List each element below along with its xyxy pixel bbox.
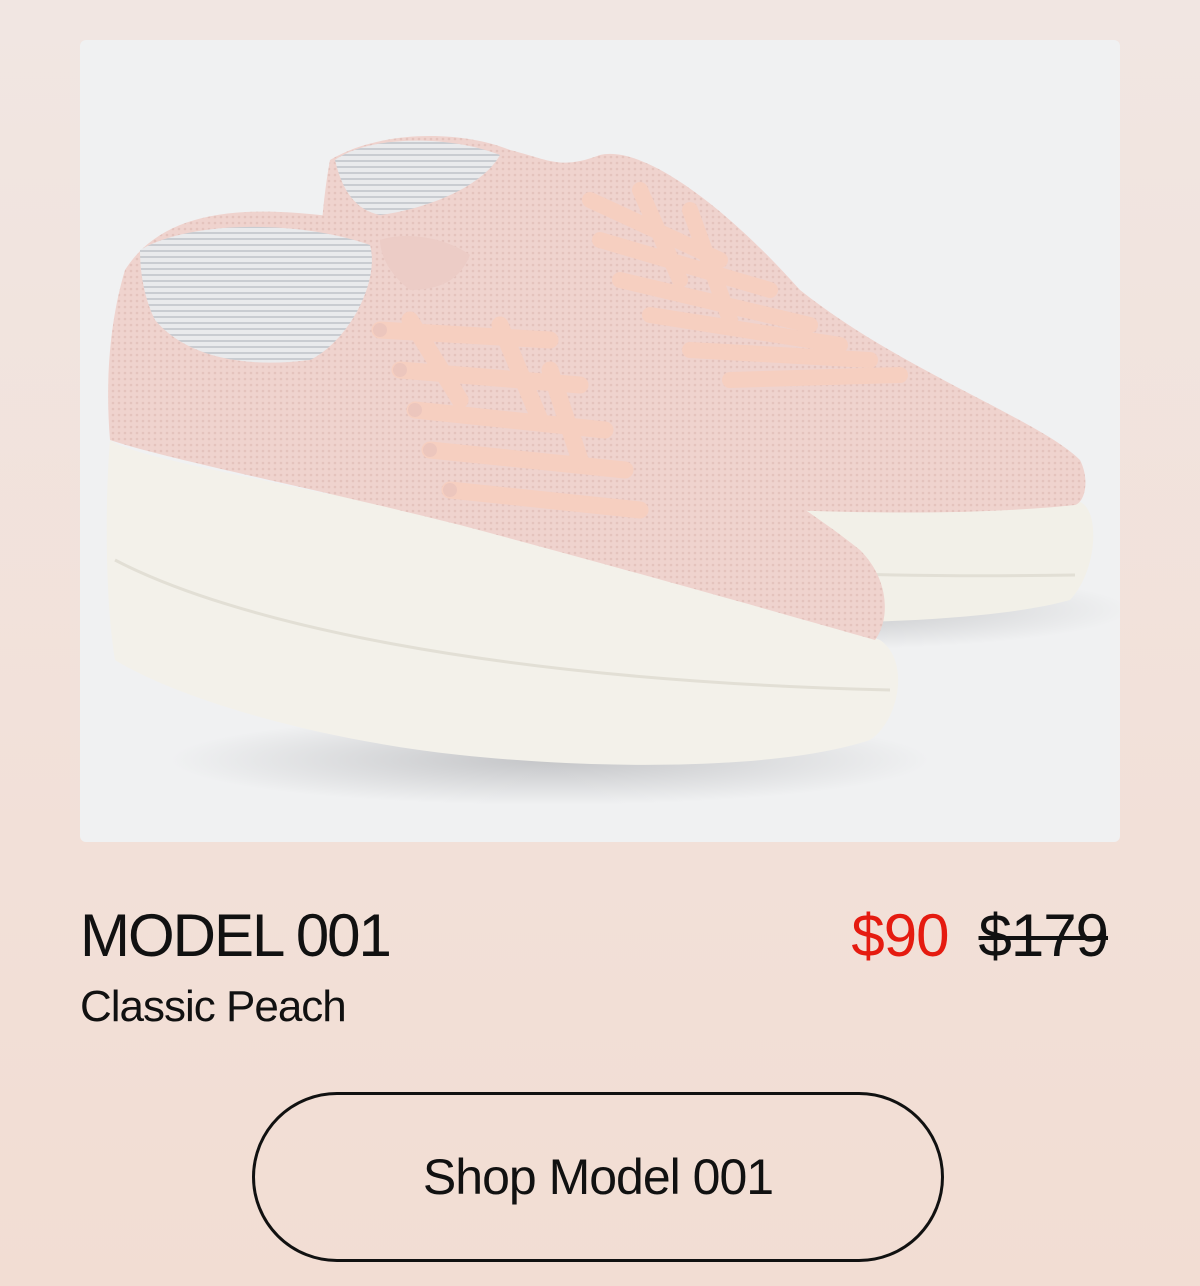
product-card: MODEL 001 Classic Peach $90 $179 Shop Mo… (0, 0, 1200, 1286)
sale-price: $90 (851, 902, 949, 969)
product-image[interactable] (80, 40, 1120, 842)
product-variant: Classic Peach (80, 982, 347, 1031)
product-name[interactable]: MODEL 001 (80, 902, 392, 970)
original-price: $179 (978, 902, 1109, 969)
price-group: $90 $179 (851, 902, 1109, 970)
sneaker-pair-image (106, 136, 1120, 805)
shop-model-button[interactable]: Shop Model 001 (252, 1092, 944, 1262)
